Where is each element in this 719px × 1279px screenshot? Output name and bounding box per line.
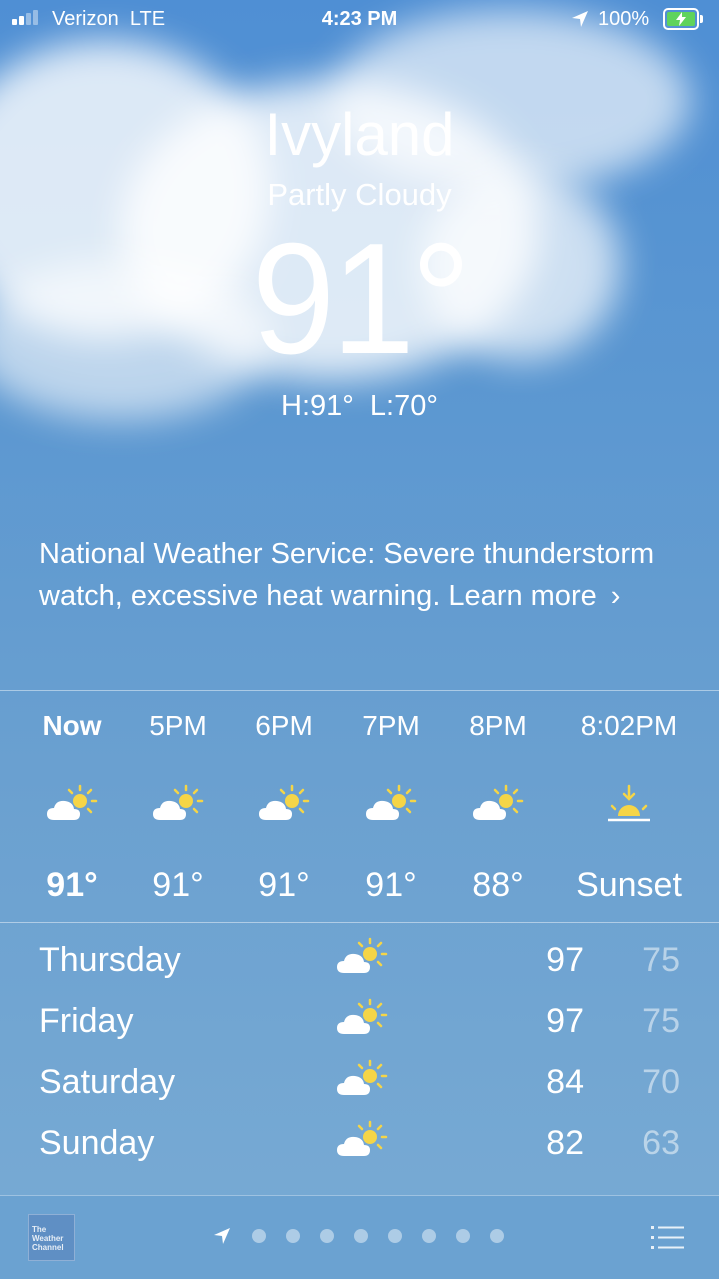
day-name: Sunday xyxy=(39,1124,155,1162)
chevron-right-icon: › xyxy=(610,580,621,612)
battery-cap xyxy=(700,15,703,23)
partly-cloudy-icon xyxy=(337,1120,388,1156)
current-condition: Partly Cloudy xyxy=(267,177,452,212)
day-name: Thursday xyxy=(39,941,181,979)
partly-cloudy-icon xyxy=(153,784,204,820)
battery-icon xyxy=(663,8,699,30)
alert-text: National Weather Service: Severe thunder… xyxy=(39,538,655,612)
day-low: 70 xyxy=(642,1063,680,1101)
list-icon[interactable] xyxy=(651,1223,685,1253)
day-low: 63 xyxy=(642,1124,680,1162)
weather-channel-logo[interactable]: The Weather Channel xyxy=(28,1214,75,1261)
day-high: 97 xyxy=(546,1002,584,1040)
low-temperature: L:70° xyxy=(369,390,438,422)
current-temperature: 91° xyxy=(251,211,471,387)
day-high: 97 xyxy=(546,941,584,979)
day-name: Friday xyxy=(39,1002,134,1040)
partly-cloudy-icon xyxy=(47,784,98,820)
status-bar: Verizon LTE 4:23 PM 100% xyxy=(0,0,719,40)
hour-label: Now xyxy=(42,710,102,741)
page-dot[interactable] xyxy=(422,1229,436,1243)
day-low: 75 xyxy=(642,1002,680,1040)
page-indicator[interactable] xyxy=(212,1226,504,1246)
high-low: H:91° L:70° xyxy=(0,390,719,423)
day-name: Saturday xyxy=(39,1063,176,1101)
hour-column: 8:02PM Sunset xyxy=(564,710,694,905)
page-dot[interactable] xyxy=(490,1229,504,1243)
page-dot[interactable] xyxy=(252,1229,266,1243)
partly-cloudy-icon xyxy=(337,1059,388,1095)
hour-label: 8PM xyxy=(469,710,527,741)
partly-cloudy-icon xyxy=(337,998,388,1034)
weather-alert[interactable]: National Weather Service: Severe thunder… xyxy=(39,533,679,617)
day-high: 82 xyxy=(546,1124,584,1162)
battery-percent: 100% xyxy=(598,8,650,30)
hour-label: 5PM xyxy=(149,710,207,741)
hour-temperature: 88° xyxy=(472,866,524,904)
hour-temperature: 91° xyxy=(152,866,204,904)
day-row: Sunday 82 63 xyxy=(0,1120,719,1170)
partly-cloudy-icon xyxy=(366,784,417,820)
location-services-icon xyxy=(572,11,588,27)
location-arrow-icon xyxy=(214,1228,230,1244)
divider xyxy=(0,922,719,923)
page-dot[interactable] xyxy=(286,1229,300,1243)
hour-column: Now 91° xyxy=(17,710,127,905)
hour-temperature: 91° xyxy=(46,866,98,904)
hour-column: 7PM 91° xyxy=(336,710,446,905)
page-dot[interactable] xyxy=(456,1229,470,1243)
hour-temperature: Sunset xyxy=(576,866,682,904)
partly-cloudy-icon xyxy=(473,784,524,820)
partly-cloudy-icon xyxy=(259,784,310,820)
high-temperature: H:91° xyxy=(281,390,354,422)
hour-temperature: 91° xyxy=(258,866,310,904)
hour-column: 5PM 91° xyxy=(123,710,233,905)
sunset-icon xyxy=(608,784,650,822)
divider xyxy=(0,690,719,691)
page-dot[interactable] xyxy=(388,1229,402,1243)
day-high: 84 xyxy=(546,1063,584,1101)
bottom-toolbar: The Weather Channel xyxy=(0,1195,719,1279)
hour-label: 7PM xyxy=(362,710,420,741)
hour-temperature: 91° xyxy=(365,866,417,904)
day-row: Friday 97 75 xyxy=(0,998,719,1048)
city-name: Ivyland xyxy=(264,101,455,168)
day-low: 75 xyxy=(642,941,680,979)
page-dot[interactable] xyxy=(354,1229,368,1243)
day-row: Saturday 84 70 xyxy=(0,1059,719,1109)
partly-cloudy-icon xyxy=(337,937,388,973)
hour-label: 8:02PM xyxy=(580,710,678,741)
charging-bolt-icon xyxy=(676,12,686,26)
day-row: Thursday 97 75 xyxy=(0,937,719,987)
hour-label: 6PM xyxy=(255,710,313,741)
hour-column: 6PM 91° xyxy=(229,710,339,905)
hour-column: 8PM 88° xyxy=(443,710,553,905)
page-dot[interactable] xyxy=(320,1229,334,1243)
